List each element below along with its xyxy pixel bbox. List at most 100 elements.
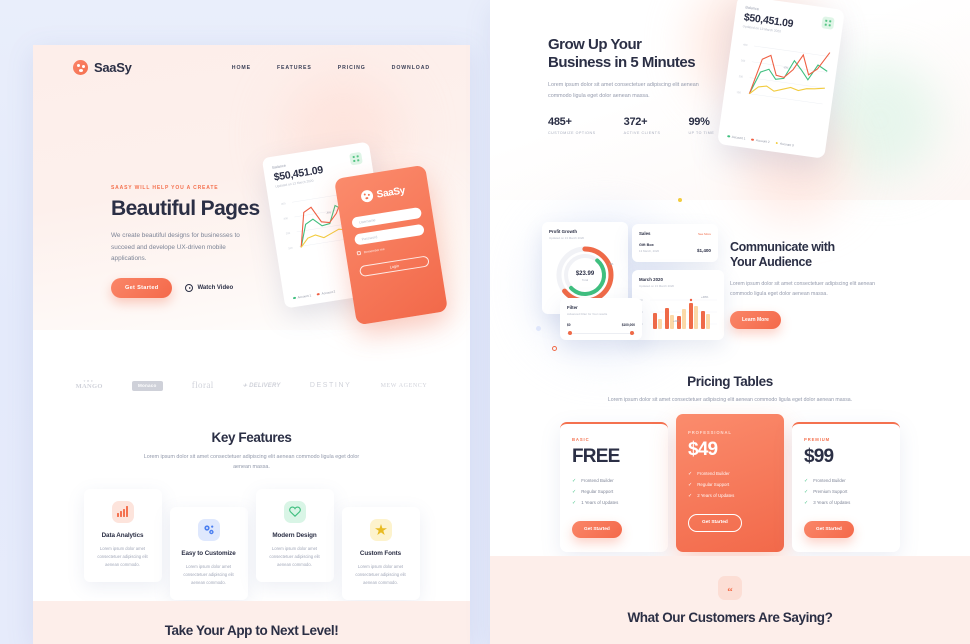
march-pct-mid: +20% xyxy=(673,319,680,323)
section-subtitle: Lorem ipsum dolor sit amet consectetuer … xyxy=(607,397,853,403)
march-2020-card: March 2020 Updated on 13 March 2020 3002… xyxy=(632,270,724,340)
client-logo-mango: THE MANGO xyxy=(75,380,103,390)
legend-item: Account 1 xyxy=(292,293,311,300)
svg-text:400: 400 xyxy=(743,42,748,47)
plan-feature: ✓ 2 Years of Updates xyxy=(688,492,735,499)
plan-feature: ✓ 3 Years of Updates xyxy=(804,499,851,506)
svg-text:-6%: -6% xyxy=(783,65,789,70)
sales-item-name: Gift Box xyxy=(639,243,654,247)
grid-menu-icon[interactable] xyxy=(349,151,363,166)
svg-text:300: 300 xyxy=(741,58,746,63)
communicate-body: Lorem ipsum dolor sit amet consectetuer … xyxy=(730,281,876,298)
decorative-dot-3 xyxy=(678,198,682,202)
nav-links: HOME FEATURES PRICING DOWNLOAD xyxy=(232,65,430,71)
feature-card-easy-to-customize[interactable]: Easy to Customize Lorem ipsum dolor amet… xyxy=(169,506,248,601)
pricing-card-professional[interactable]: PROFESSIONAL $49 ✓ Frontend Builder ✓ Regu… xyxy=(676,413,784,552)
feature-title: Easy to Customize xyxy=(181,549,236,557)
nav-link-download[interactable]: DOWNLOAD xyxy=(392,65,430,71)
filter-max: $100,000 xyxy=(621,323,635,327)
left-page-preview: SaaSy HOME FEATURES PRICING DOWNLOAD SAA… xyxy=(33,45,470,644)
watch-video-label: Watch Video xyxy=(197,285,234,292)
profit-total-label: Total xyxy=(582,278,589,282)
sales-card: Sales See More Gift Box 13 March, 2020 $… xyxy=(632,224,718,262)
nav-link-features[interactable]: FEATURES xyxy=(277,65,312,71)
check-icon: ✓ xyxy=(572,488,577,495)
hero-body: We create beautiful designs for business… xyxy=(111,231,240,263)
testimonials-title: What Our Customers Are Saying? xyxy=(627,610,833,625)
hero-title: Beautiful Pages xyxy=(111,197,260,220)
key-features-section: Key Features Lorem ipsum dolor sit amet … xyxy=(33,430,470,601)
plan-tier: PROFESSIONAL xyxy=(688,429,732,435)
get-started-button[interactable]: Get Started xyxy=(111,278,173,299)
watch-video-button[interactable]: Watch Video xyxy=(185,284,234,293)
see-more-link[interactable]: See More xyxy=(698,232,711,236)
check-icon: ✓ xyxy=(804,488,809,495)
grow-title-line2: Business in 5 Minutes xyxy=(548,53,696,71)
plan-feature: ✓ 1 Years of Updates xyxy=(572,499,619,506)
pricing-card-premium[interactable]: PREMIUM $99 ✓ Frontend Builder ✓ Premium S… xyxy=(792,421,900,552)
feature-body: Lorem ipsum dolor amet consectetuer adip… xyxy=(269,545,320,567)
communicate-title-line2: Your Audience xyxy=(730,255,812,269)
feature-card-custom-fonts[interactable]: Custom Fonts Lorem ipsum dolor amet cons… xyxy=(341,506,420,601)
navbar: SaaSy HOME FEATURES PRICING DOWNLOAD xyxy=(33,45,470,90)
nav-link-pricing[interactable]: PRICING xyxy=(338,65,366,71)
hero-eyebrow: SAASY WILL HELP YOU A CREATE xyxy=(111,185,219,191)
svg-text:-6%: -6% xyxy=(326,210,332,215)
feature-body: Lorem ipsum dolor amet consectetuer adip… xyxy=(97,545,148,567)
login-button[interactable]: Login xyxy=(358,255,430,278)
svg-text:400: 400 xyxy=(281,201,286,206)
nav-link-home[interactable]: HOME xyxy=(232,65,251,71)
svg-text:8%: 8% xyxy=(609,262,614,266)
plan-feature: ✓ Premium Support xyxy=(804,488,848,495)
communicate-section: Profit Growth Updated on 13 March 2020 $… xyxy=(490,198,970,370)
plan-feature: ✓ Frontend Builder xyxy=(804,477,846,484)
filter-card: Filter Advanced Filter for Your results … xyxy=(560,298,642,340)
plan-feature: ✓ Frontend Builder xyxy=(688,470,730,477)
plan-price: $99 xyxy=(804,445,834,467)
communicate-text: Communicate with Your Audience Lorem ips… xyxy=(730,240,915,329)
login-brand-name: SaaSy xyxy=(375,184,406,201)
client-logos: THE MANGO Monaco floral ✈ DELIVERY DESTIN… xyxy=(33,380,470,391)
balance-line-chart: 400 300 200 100 -6% xyxy=(736,42,831,105)
feature-card-data-analytics[interactable]: Data Analytics Lorem ipsum dolor amet co… xyxy=(83,488,162,583)
feature-title: Custom Fonts xyxy=(359,549,402,557)
pricing-card-basic[interactable]: BASIC FREE ✓ Frontend Builder ✓ Regular Su… xyxy=(560,421,668,552)
sales-amount: $1,400 xyxy=(696,248,711,253)
next-level-section: Take Your App to Next Level! Lorem ipsum… xyxy=(33,601,470,644)
march-pct-top: +48% xyxy=(701,295,709,299)
feature-title: Data Analytics xyxy=(101,531,144,539)
plan-cta-button[interactable]: Get Started xyxy=(572,520,622,538)
plan-cta-button[interactable]: Get Started xyxy=(804,520,854,538)
saasy-logo-icon xyxy=(73,60,88,75)
client-logo-monaco: Monaco xyxy=(131,381,163,391)
legend-item: Account 1 xyxy=(727,134,746,141)
plan-feature: ✓ Regular Support xyxy=(572,488,614,495)
grid-menu-icon[interactable] xyxy=(821,16,835,30)
card-title: Sales xyxy=(639,231,651,236)
balance-legend: Account 1 Account 2 Account 3 xyxy=(727,134,794,147)
stat-up-to-time: 99% UP TO TIME xyxy=(688,116,714,135)
card-title: Filter xyxy=(567,305,578,310)
check-icon: ✓ xyxy=(572,477,577,484)
check-icon: ✓ xyxy=(804,499,809,506)
key-features-heading: Key Features Lorem ipsum dolor sit amet … xyxy=(33,430,470,473)
section-title: Pricing Tables xyxy=(687,374,773,389)
logo[interactable]: SaaSy xyxy=(73,60,132,75)
grow-body: Lorem ipsum dolor sit amet consectetuer … xyxy=(548,82,699,100)
pricing-section: Pricing Tables Lorem ipsum dolor sit ame… xyxy=(490,374,970,552)
check-icon: ✓ xyxy=(688,492,693,499)
section-subtitle: Lorem ipsum dolor sit amet consectetuer … xyxy=(143,454,360,471)
client-logo-delivery: ✈ DELIVERY xyxy=(242,382,281,389)
plan-cta-button[interactable]: Get Started xyxy=(688,513,742,532)
svg-text:200: 200 xyxy=(286,231,291,236)
decorative-dot-1 xyxy=(536,326,541,331)
decorative-dot-2 xyxy=(552,346,557,351)
feature-card-modern-design[interactable]: Modern Design Lorem ipsum dolor amet con… xyxy=(255,488,334,583)
feature-body: Lorem ipsum dolor amet consectetuer adip… xyxy=(183,563,234,585)
svg-text:100: 100 xyxy=(736,90,741,95)
filter-range-slider[interactable] xyxy=(567,331,635,337)
sales-item-date: 13 March, 2020 xyxy=(639,249,660,253)
check-icon: ✓ xyxy=(572,499,577,506)
quote-icon: “ xyxy=(718,576,742,600)
learn-more-button[interactable]: Learn More xyxy=(730,310,781,329)
